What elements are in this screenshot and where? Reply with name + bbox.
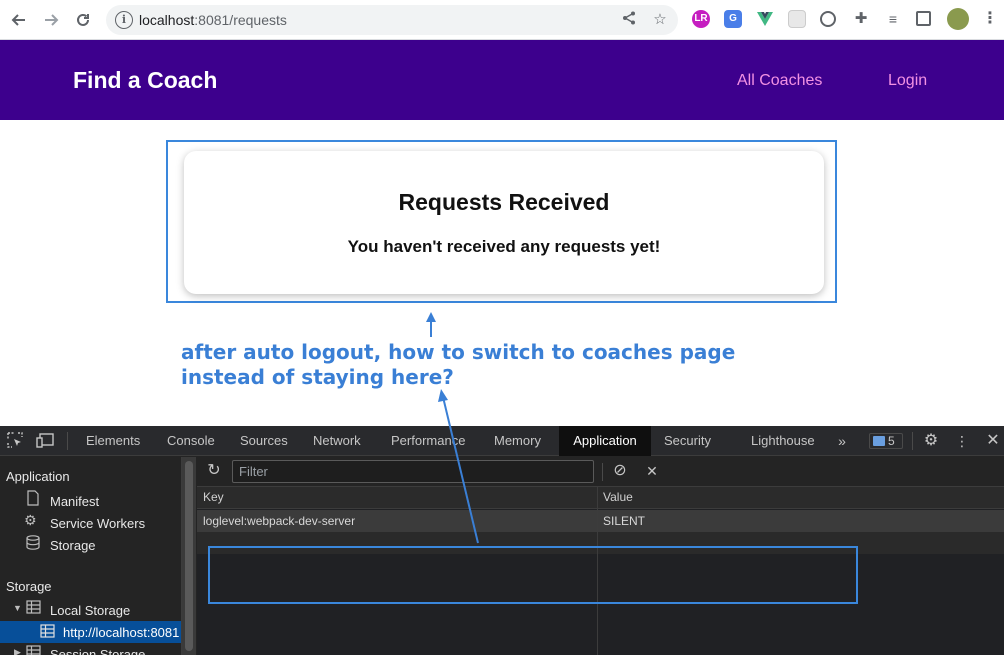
sidebar-section-storage: Storage <box>6 579 52 594</box>
annotation-line-2: instead of staying here? <box>181 365 454 389</box>
collapse-triangle-icon[interactable]: ▶ <box>14 647 21 655</box>
side-panel-icon[interactable] <box>916 11 931 26</box>
row-key: loglevel:webpack-dev-server <box>203 514 356 528</box>
translate-icon[interactable]: G <box>724 10 742 28</box>
sidebar-section-application: Application <box>6 469 70 484</box>
reading-list-icon[interactable]: ≡ <box>884 10 902 28</box>
local-storage-origin[interactable]: http://localhost:8081 <box>63 625 179 640</box>
table-header: Key Value <box>197 487 1004 509</box>
devtools-panel: Elements Console Sources Network Perform… <box>0 426 1004 655</box>
nav-login[interactable]: Login <box>888 72 927 90</box>
arrow-up-to-card <box>426 312 436 337</box>
clear-all-icon[interactable]: ⊘ <box>611 462 629 480</box>
share-icon[interactable] <box>620 11 638 29</box>
device-toolbar-icon[interactable] <box>36 432 54 450</box>
annotation-line-1: after auto logout, how to switch to coac… <box>181 340 736 364</box>
sidebar-item-storage[interactable]: Storage <box>50 538 96 553</box>
column-value[interactable]: Value <box>603 490 633 504</box>
sidebar-item-service-workers[interactable]: Service Workers <box>50 516 145 531</box>
more-options-icon[interactable]: ⋮ <box>953 432 971 450</box>
close-icon[interactable]: ✕ <box>984 432 1002 450</box>
tab-lighthouse[interactable]: Lighthouse <box>751 426 815 456</box>
tabbar-divider <box>67 432 68 450</box>
extension-icon[interactable] <box>788 10 806 28</box>
more-tabs-icon[interactable]: » <box>833 432 851 450</box>
scrollbar-thumb[interactable] <box>185 461 193 651</box>
chat-extension-icon[interactable] <box>820 11 836 27</box>
issues-count: 5 <box>888 434 895 448</box>
star-icon[interactable]: ☆ <box>651 11 669 29</box>
issues-icon <box>873 436 885 446</box>
annotation-highlight-box-devtools <box>208 546 858 604</box>
empty-message: You haven't received any requests yet! <box>347 237 661 256</box>
url-path: :8081/requests <box>194 12 287 28</box>
url-host: localhost <box>139 12 195 28</box>
delete-selected-icon[interactable]: ✕ <box>643 462 661 480</box>
sidebar-item-session-storage[interactable]: Session Storage <box>50 647 145 655</box>
tab-sources[interactable]: Sources <box>240 426 288 456</box>
storage-table-panel: ↻ Filter ⊘ ✕ Key Value loglevel:webpack-… <box>197 457 1004 655</box>
tab-memory[interactable]: Memory <box>494 426 541 456</box>
expand-triangle-icon[interactable]: ▼ <box>13 603 22 613</box>
url-text: localhost:8081/requests <box>139 12 287 28</box>
site-header: Find a Coach All Coaches Login <box>0 40 1004 120</box>
back-arrow-icon[interactable] <box>7 8 31 32</box>
devtools-sidebar: Application Manifest ⚙ Service Workers S… <box>0 457 182 655</box>
more-menu-icon[interactable]: ⋮ <box>981 10 999 28</box>
table-row[interactable]: loglevel:webpack-dev-server SILENT <box>197 510 1004 532</box>
forward-arrow-icon[interactable] <box>39 8 63 32</box>
tab-elements[interactable]: Elements <box>86 426 140 456</box>
manifest-icon <box>26 490 40 509</box>
gear-icon[interactable]: ⚙ <box>922 432 940 450</box>
refresh-icon[interactable]: ↻ <box>205 462 223 480</box>
tabbar-divider <box>912 432 913 450</box>
filter-toolbar: ↻ Filter ⊘ ✕ <box>197 457 1004 487</box>
issues-badge[interactable]: 5 <box>869 433 903 449</box>
tab-performance[interactable]: Performance <box>391 426 465 456</box>
profile-avatar[interactable] <box>947 8 969 30</box>
card-title: Requests Received <box>398 189 610 215</box>
table-icon <box>26 645 41 655</box>
tab-network[interactable]: Network <box>313 426 361 456</box>
tab-security[interactable]: Security <box>664 426 711 456</box>
site-title[interactable]: Find a Coach <box>73 67 217 94</box>
tab-application[interactable]: Application <box>559 426 651 456</box>
puzzle-icon[interactable]: ✚ <box>852 10 870 28</box>
info-icon[interactable]: i <box>115 11 133 29</box>
sidebar-scrollbar[interactable] <box>182 457 196 655</box>
table-icon <box>26 600 41 617</box>
service-workers-icon: ⚙ <box>24 512 37 528</box>
tab-console[interactable]: Console <box>167 426 215 456</box>
devtools-tabbar: Elements Console Sources Network Perform… <box>0 426 1004 456</box>
address-bar[interactable]: i localhost:8081/requests ☆ <box>106 5 678 35</box>
sidebar-item-manifest[interactable]: Manifest <box>50 494 99 509</box>
annotation-text: after auto logout, how to switch to coac… <box>181 340 801 390</box>
column-key[interactable]: Key <box>203 490 224 504</box>
lr-extension-icon[interactable]: LR <box>692 10 710 28</box>
filter-input[interactable]: Filter <box>232 460 594 483</box>
sidebar-item-local-storage[interactable]: Local Storage <box>50 603 130 618</box>
filter-divider <box>602 463 603 481</box>
database-icon <box>26 535 40 553</box>
browser-toolbar: i localhost:8081/requests ☆ LR G ✚ ≡ ⋮ <box>0 0 1004 40</box>
row-value: SILENT <box>603 514 646 528</box>
reload-icon[interactable] <box>71 8 95 32</box>
requests-card: Requests Received You haven't received a… <box>184 151 824 294</box>
vue-devtools-icon[interactable] <box>756 10 774 28</box>
sidebar-item-localhost-selected[interactable]: http://localhost:8081 <box>0 621 181 643</box>
table-icon <box>40 624 55 641</box>
nav-all-coaches[interactable]: All Coaches <box>737 72 822 90</box>
inspect-element-icon[interactable] <box>6 432 24 450</box>
